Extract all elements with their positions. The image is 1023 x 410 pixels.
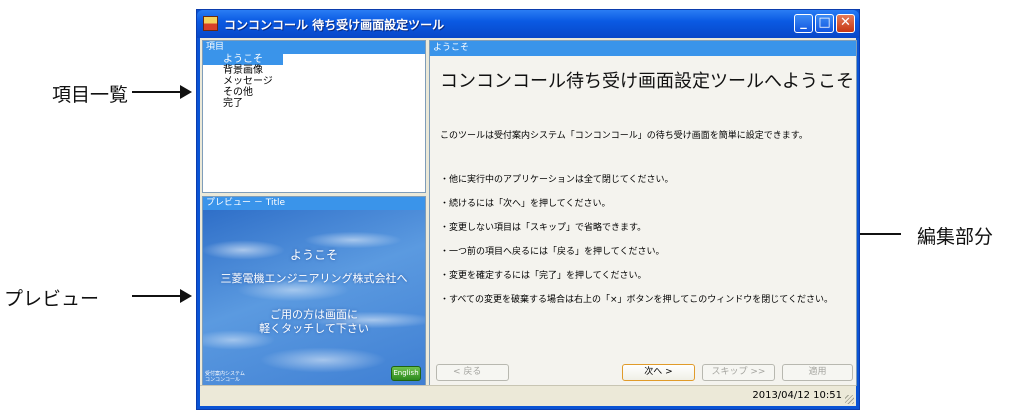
arrow-to-preview <box>132 289 192 303</box>
preview-welcome-text: ようこそ <box>289 248 338 262</box>
instruction-item: ・一つ前の項目へ戻るには「戻る」を押してください。 <box>440 247 665 257</box>
back-button[interactable]: < 戻る <box>436 364 509 381</box>
preview-panel: プレビュー － Title ようこそ 三菱電機エンジニアリング株式会社へ ご用の… <box>202 196 426 386</box>
preview-sky-image: ようこそ 三菱電機エンジニアリング株式会社へ ご用の方は画面に 軽くタッチして下… <box>203 210 425 385</box>
edit-panel: ようこそ コンコンコール待ち受け画面設定ツールへようこそ このツールは受付案内シ… <box>429 40 857 386</box>
close-button[interactable]: ✕ <box>836 14 855 33</box>
edit-panel-header: ようこそ <box>430 41 856 56</box>
app-icon[interactable] <box>203 16 218 31</box>
title-bar[interactable]: コンコンコール 待ち受け画面設定ツール _ □ ✕ <box>197 10 859 38</box>
next-button[interactable]: 次へ > <box>622 364 695 381</box>
callout-edit-area-label: 編集部分 <box>917 226 994 248</box>
list-item-other[interactable]: その他 <box>203 87 425 98</box>
item-list-header: 項目 <box>203 41 425 54</box>
intro-text: このツールは受付案内システム「コンコンコール」の待ち受け画面を簡単に設定できます… <box>440 131 808 141</box>
client-area: 項目 ようこそ 背景画像 メッセージ その他 完了 プレビュー － Title … <box>200 38 857 406</box>
preview-logo-line2: コンコンコール <box>205 377 241 383</box>
preview-english-button: English <box>391 366 421 381</box>
preview-instruction-line2: 軽くタッチして下さい <box>259 322 369 335</box>
apply-button[interactable]: 適用 <box>782 364 853 381</box>
preview-company-text: 三菱電機エンジニアリング株式会社へ <box>220 272 408 285</box>
status-bar: 2013/04/12 10:51 <box>200 385 856 406</box>
instruction-item: ・続けるには「次へ」を押してください。 <box>440 199 611 209</box>
resize-grip-icon[interactable] <box>845 395 854 404</box>
preview-header: プレビュー － Title <box>203 197 425 210</box>
window-title: コンコンコール 待ち受け画面設定ツール <box>224 18 445 32</box>
welcome-heading: コンコンコール待ち受け画面設定ツールへようこそ <box>440 71 854 92</box>
list-item-welcome[interactable]: ようこそ <box>203 54 283 65</box>
callout-preview-label: プレビュー <box>4 288 100 310</box>
list-item-message[interactable]: メッセージ <box>203 76 425 87</box>
list-item-background-image[interactable]: 背景画像 <box>203 65 425 76</box>
app-window: コンコンコール 待ち受け画面設定ツール _ □ ✕ 項目 ようこそ 背景画像 メ… <box>196 9 860 410</box>
status-datetime: 2013/04/12 10:51 <box>752 390 842 401</box>
instruction-item: ・変更しない項目は「スキップ」で省略できます。 <box>440 223 647 233</box>
preview-logo-text: 受付案内システム コンコンコール <box>205 371 245 383</box>
minimize-button[interactable]: _ <box>794 14 813 33</box>
item-list-panel: 項目 ようこそ 背景画像 メッセージ その他 完了 <box>202 40 426 193</box>
instruction-item: ・変更を確定するには「完了」を押してください。 <box>440 271 647 281</box>
skip-button[interactable]: スキップ >> <box>702 364 775 381</box>
instruction-item: ・他に実行中のアプリケーションは全て閉じてください。 <box>440 175 674 185</box>
maximize-button[interactable]: □ <box>815 14 834 33</box>
list-item-finish[interactable]: 完了 <box>203 98 425 109</box>
callout-item-list-label: 項目一覧 <box>52 84 129 106</box>
instruction-list: ・他に実行中のアプリケーションは全て閉じてください。 ・続けるには「次へ」を押し… <box>440 174 833 318</box>
instruction-item: ・すべての変更を破棄する場合は右上の「×」ボタンを押してこのウィンドウを閉じてく… <box>440 295 834 305</box>
arrow-to-item-list <box>132 85 192 99</box>
